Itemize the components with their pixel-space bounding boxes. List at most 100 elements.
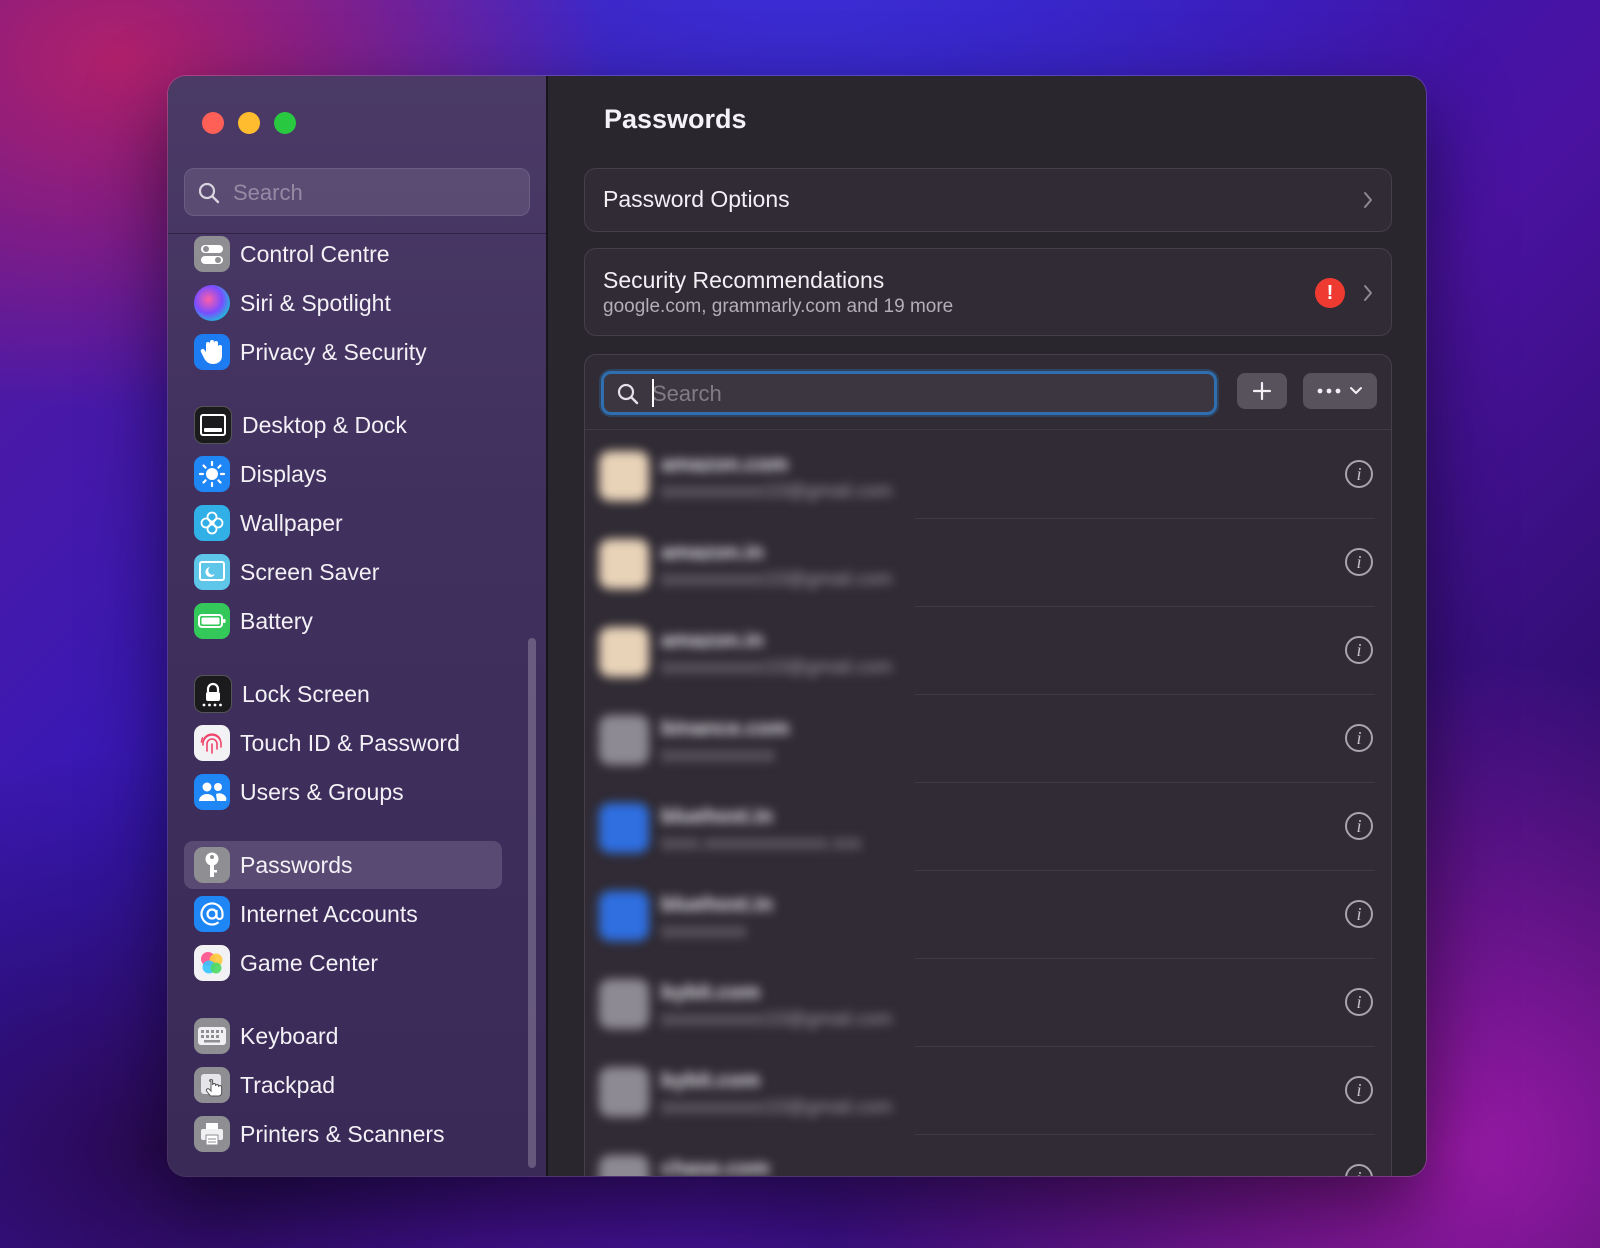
password-username: sxxxxxxxxxx10@gmail.com [661, 481, 893, 502]
sidebar-item-passwords[interactable]: Passwords [184, 841, 502, 889]
chevron-down-icon [1350, 387, 1362, 394]
password-row[interactable]: bybit.com sxxxxxxxxxx10@gmail.com i [585, 1047, 1391, 1135]
list-divider [585, 429, 1391, 430]
password-row[interactable]: amazon.in sxxxxxxxxxx10@gmail.com i [585, 607, 1391, 695]
sidebar-item-internet-accounts[interactable]: Internet Accounts [184, 890, 502, 938]
site-favicon-icon [599, 891, 649, 941]
password-username: sxxxxxxxxxx10@gmail.com [661, 657, 893, 678]
battery-icon [194, 603, 230, 639]
sidebar-item-wallpaper[interactable]: Wallpaper [184, 499, 502, 547]
security-recommendations-subtitle: google.com, grammarly.com and 19 more [603, 296, 954, 317]
search-icon [197, 181, 221, 210]
sidebar-item-label: Lock Screen [242, 680, 370, 707]
password-options-row[interactable]: Password Options [584, 168, 1392, 232]
password-username: sxxxxxxxxxx10@gmail.com [661, 569, 893, 590]
password-site: chase.com [661, 1157, 770, 1176]
sidebar-item-game-center[interactable]: Game Center [184, 939, 502, 987]
sidebar-item-lock-screen[interactable]: Lock Screen [184, 670, 502, 718]
passwords-search-input[interactable] [650, 378, 1194, 410]
control-centre-icon [194, 236, 230, 272]
zoom-button[interactable] [274, 112, 296, 134]
password-row[interactable]: bybit.com sxxxxxxxxxx10@gmail.com i [585, 959, 1391, 1047]
minimize-button[interactable] [238, 112, 260, 134]
passwords-search-field[interactable] [601, 371, 1217, 415]
hand-icon [194, 334, 230, 370]
password-row[interactable]: bluehost.in sxxx.xxxxxxxxxxxxx.xxx i [585, 783, 1391, 871]
password-username: sxxxxxxxxxx10@gmail.com [661, 1009, 893, 1030]
sidebar: Control Centre Siri & Spotlight Privacy … [168, 76, 546, 1176]
fingerprint-icon [194, 725, 230, 761]
info-icon[interactable]: i [1345, 724, 1373, 752]
sidebar-item-printers-scanners[interactable]: Printers & Scanners [184, 1110, 502, 1158]
chevron-right-icon [1361, 189, 1375, 216]
password-row[interactable]: chase.com i [585, 1135, 1391, 1176]
sidebar-item-label: Displays [240, 460, 327, 487]
flower-icon [194, 505, 230, 541]
info-icon[interactable]: i [1345, 636, 1373, 664]
site-favicon-icon [599, 1067, 649, 1117]
password-site: bybit.com [661, 1069, 761, 1092]
password-site: bybit.com [661, 981, 761, 1004]
sidebar-item-users-groups[interactable]: Users & Groups [184, 768, 502, 816]
info-icon[interactable]: i [1345, 900, 1373, 928]
key-icon [194, 847, 230, 883]
password-username: sxxxxxxxx [661, 921, 747, 942]
password-site: bluehost.in [661, 893, 773, 916]
sidebar-item-label: Passwords [240, 851, 353, 878]
password-site: binance.com [661, 717, 790, 740]
text-caret [652, 379, 654, 407]
sidebar-item-label: Printers & Scanners [240, 1120, 445, 1147]
security-recommendations-row[interactable]: Security Recommendations google.com, gra… [584, 248, 1392, 336]
password-row[interactable]: binance.com sxxxxxxxxxxx i [585, 695, 1391, 783]
password-site: amazon.com [661, 453, 789, 476]
sidebar-item-desktop-dock[interactable]: Desktop & Dock [184, 401, 502, 449]
close-button[interactable] [202, 112, 224, 134]
info-icon[interactable]: i [1345, 988, 1373, 1016]
info-icon[interactable]: i [1345, 460, 1373, 488]
password-row[interactable]: amazon.in sxxxxxxxxxx10@gmail.com i [585, 519, 1391, 607]
site-favicon-icon [599, 627, 649, 677]
password-username: sxxx.xxxxxxxxxxxxx.xxx [661, 833, 862, 854]
plus-icon [1252, 381, 1272, 401]
info-icon[interactable]: i [1345, 1164, 1373, 1176]
sidebar-search-input[interactable] [231, 177, 515, 209]
site-favicon-icon [599, 979, 649, 1029]
sidebar-item-label: Wallpaper [240, 509, 343, 536]
sidebar-item-keyboard[interactable]: Keyboard [184, 1012, 502, 1060]
password-username: sxxxxxxxxxx10@gmail.com [661, 1097, 893, 1118]
sidebar-item-label: Control Centre [240, 240, 390, 267]
info-icon[interactable]: i [1345, 548, 1373, 576]
sidebar-item-privacy-security[interactable]: Privacy & Security [184, 328, 502, 376]
keyboard-icon [194, 1018, 230, 1054]
sidebar-item-siri-spotlight[interactable]: Siri & Spotlight [184, 279, 502, 327]
users-icon [194, 774, 230, 810]
info-icon[interactable]: i [1345, 1076, 1373, 1104]
sidebar-scrollbar[interactable] [528, 638, 536, 1168]
more-options-button[interactable] [1303, 373, 1377, 409]
sidebar-item-battery[interactable]: Battery [184, 597, 502, 645]
password-row[interactable]: bluehost.in sxxxxxxxx i [585, 871, 1391, 959]
sidebar-item-displays[interactable]: Displays [184, 450, 502, 498]
password-site: amazon.in [661, 541, 764, 564]
passwords-list-card: amazon.comsxxxxxxxxxx10@gmail.comiamazon… [584, 354, 1392, 1176]
sidebar-item-label: Trackpad [240, 1071, 336, 1098]
sidebar-item-control-centre[interactable]: Control Centre [184, 230, 502, 278]
sidebar-item-trackpad[interactable]: Trackpad [184, 1061, 502, 1109]
game-center-icon [194, 945, 230, 981]
sidebar-item-label: Screen Saver [240, 558, 380, 585]
sidebar-item-label: Siri & Spotlight [240, 289, 391, 316]
screen-saver-icon [194, 554, 230, 590]
sidebar-item-label: Game Center [240, 949, 379, 976]
info-icon[interactable]: i [1345, 812, 1373, 840]
sidebar-item-screen-saver[interactable]: Screen Saver [184, 548, 502, 596]
sidebar-item-touch-id[interactable]: Touch ID & Password [184, 719, 502, 767]
main-pane: Passwords Password Options Security Reco… [548, 76, 1426, 1176]
password-row[interactable]: amazon.com sxxxxxxxxxx10@gmail.com i [585, 431, 1391, 519]
password-site: bluehost.in [661, 805, 773, 828]
sidebar-search-field[interactable] [184, 168, 530, 216]
lock-icon [194, 675, 232, 713]
sidebar-item-label: Privacy & Security [240, 338, 427, 365]
site-favicon-icon [599, 451, 649, 501]
sidebar-item-label: Internet Accounts [240, 900, 418, 927]
add-password-button[interactable] [1237, 373, 1287, 409]
